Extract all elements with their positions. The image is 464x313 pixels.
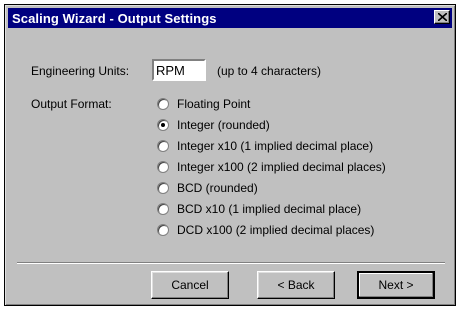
radio-option-integer-rounded[interactable]: Integer (rounded) [157,118,270,132]
radio-option-integer-x10[interactable]: Integer x10 (1 implied decimal place) [157,139,373,153]
radio-option-label: Integer x100 (2 implied decimal places) [177,160,386,174]
radio-option-bcd-x10[interactable]: BCD x10 (1 implied decimal place) [157,202,361,216]
engineering-units-hint: (up to 4 characters) [217,64,322,78]
next-button[interactable]: Next > [357,271,435,299]
radio-option-label: Integer x10 (1 implied decimal place) [177,139,374,153]
divider [17,262,445,264]
engineering-units-input[interactable] [152,59,206,81]
radio-button[interactable] [157,98,169,110]
close-button[interactable] [434,10,450,24]
radio-button[interactable] [157,224,169,236]
radio-option-label: BCD x10 (1 implied decimal place) [177,202,362,216]
engineering-units-label: Engineering Units: [31,64,130,78]
radio-button[interactable] [157,182,169,194]
radio-option-integer-x100[interactable]: Integer x100 (2 implied decimal places) [157,160,386,174]
radio-option-label: DCD x100 (2 implied decimal places) [177,223,375,237]
window-title: Scaling Wizard - Output Settings [12,10,217,26]
radio-option-bcd-x100[interactable]: DCD x100 (2 implied decimal places) [157,223,374,237]
back-button[interactable]: < Back [257,271,335,299]
cancel-button[interactable]: Cancel [151,271,229,299]
title-bar[interactable]: Scaling Wizard - Output Settings [8,8,452,28]
radio-option-label: Integer (rounded) [177,118,270,132]
close-icon [438,13,447,21]
radio-button-checked[interactable] [157,119,169,131]
radio-button[interactable] [157,161,169,173]
wizard-dialog: Scaling Wizard - Output Settings Enginee… [4,4,456,306]
radio-button[interactable] [157,203,169,215]
radio-button[interactable] [157,140,169,152]
radio-option-bcd-rounded[interactable]: BCD (rounded) [157,181,258,195]
radio-option-label: Floating Point [177,97,251,111]
radio-option-floating-point[interactable]: Floating Point [157,97,250,111]
output-format-label: Output Format: [31,97,112,111]
radio-option-label: BCD (rounded) [177,181,258,195]
